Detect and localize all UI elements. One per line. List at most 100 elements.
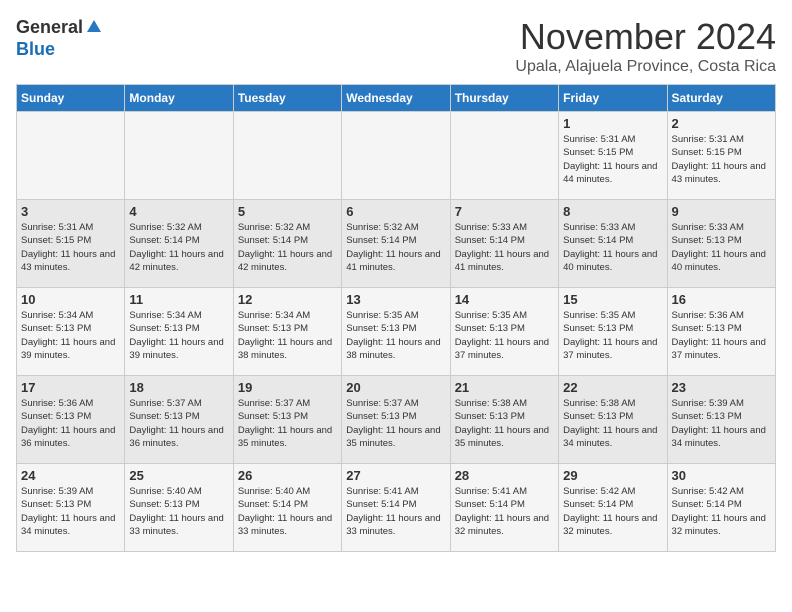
calendar-cell: 9 Sunrise: 5:33 AMSunset: 5:13 PMDaylight… (667, 200, 775, 288)
day-info: Sunrise: 5:38 AMSunset: 5:13 PMDaylight:… (455, 397, 554, 450)
day-info: Sunrise: 5:34 AMSunset: 5:13 PMDaylight:… (129, 309, 228, 362)
calendar-cell (233, 112, 341, 200)
logo: General Blue (16, 16, 103, 60)
day-number: 19 (238, 380, 337, 395)
calendar-week-5: 24Sunrise: 5:39 AMSunset: 5:13 PMDayligh… (17, 464, 776, 552)
day-info: Sunrise: 5:40 AMSunset: 5:14 PMDaylight:… (238, 485, 337, 538)
calendar-cell: 3 Sunrise: 5:31 AMSunset: 5:15 PMDaylight… (17, 200, 125, 288)
day-number: 14 (455, 292, 554, 307)
day-info: Sunrise: 5:36 AMSunset: 5:13 PMDaylight:… (21, 397, 120, 450)
day-number: 20 (346, 380, 445, 395)
day-number: 26 (238, 468, 337, 483)
day-info: Sunrise: 5:35 AMSunset: 5:13 PMDaylight:… (346, 309, 445, 362)
day-number: 21 (455, 380, 554, 395)
day-number: 17 (21, 380, 120, 395)
day-info: Sunrise: 5:39 AMSunset: 5:13 PMDaylight:… (672, 397, 771, 450)
day-info: Sunrise: 5:38 AMSunset: 5:13 PMDaylight:… (563, 397, 662, 450)
weekday-header-row: Sunday Monday Tuesday Wednesday Thursday… (17, 85, 776, 112)
day-number: 10 (21, 292, 120, 307)
calendar-cell: 8 Sunrise: 5:33 AMSunset: 5:14 PMDaylight… (559, 200, 667, 288)
month-title: November 2024 (515, 16, 776, 58)
day-number: 12 (238, 292, 337, 307)
calendar-week-4: 17 Sunrise: 5:36 AMSunset: 5:13 PMDayligh… (17, 376, 776, 464)
day-number: 27 (346, 468, 445, 483)
calendar-cell: 24Sunrise: 5:39 AMSunset: 5:13 PMDayligh… (17, 464, 125, 552)
calendar-cell: 13 Sunrise: 5:35 AMSunset: 5:13 PMDayligh… (342, 288, 450, 376)
calendar-cell: 11 Sunrise: 5:34 AMSunset: 5:13 PMDayligh… (125, 288, 233, 376)
day-info: Sunrise: 5:32 AMSunset: 5:14 PMDaylight:… (129, 221, 228, 274)
calendar-cell: 16Sunrise: 5:36 AMSunset: 5:13 PMDayligh… (667, 288, 775, 376)
day-number: 23 (672, 380, 771, 395)
day-number: 6 (346, 204, 445, 219)
calendar-cell: 17 Sunrise: 5:36 AMSunset: 5:13 PMDayligh… (17, 376, 125, 464)
day-info: Sunrise: 5:34 AMSunset: 5:13 PMDaylight:… (21, 309, 120, 362)
title-section: November 2024 Upala, Alajuela Province, … (515, 16, 776, 76)
day-info: Sunrise: 5:33 AMSunset: 5:13 PMDaylight:… (672, 221, 771, 274)
calendar-cell: 14 Sunrise: 5:35 AMSunset: 5:13 PMDayligh… (450, 288, 558, 376)
day-info: Sunrise: 5:42 AMSunset: 5:14 PMDaylight:… (672, 485, 771, 538)
calendar-cell (125, 112, 233, 200)
day-number: 29 (563, 468, 662, 483)
header-friday: Friday (559, 85, 667, 112)
calendar-cell: 19 Sunrise: 5:37 AMSunset: 5:13 PMDayligh… (233, 376, 341, 464)
calendar-cell: 2 Sunrise: 5:31 AMSunset: 5:15 PMDaylight… (667, 112, 775, 200)
logo-triangle-icon (85, 16, 103, 34)
day-info: Sunrise: 5:35 AMSunset: 5:13 PMDaylight:… (563, 309, 662, 362)
day-number: 9 (672, 204, 771, 219)
day-number: 13 (346, 292, 445, 307)
logo-general: General (16, 17, 83, 38)
day-number: 5 (238, 204, 337, 219)
header-monday: Monday (125, 85, 233, 112)
day-info: Sunrise: 5:42 AMSunset: 5:14 PMDaylight:… (563, 485, 662, 538)
calendar-cell (17, 112, 125, 200)
calendar-body: 1 Sunrise: 5:31 AMSunset: 5:15 PMDaylight… (17, 112, 776, 552)
day-info: Sunrise: 5:35 AMSunset: 5:13 PMDaylight:… (455, 309, 554, 362)
calendar-week-3: 10 Sunrise: 5:34 AMSunset: 5:13 PMDayligh… (17, 288, 776, 376)
day-info: Sunrise: 5:40 AMSunset: 5:13 PMDaylight:… (129, 485, 228, 538)
header-sunday: Sunday (17, 85, 125, 112)
calendar-cell: 25Sunrise: 5:40 AMSunset: 5:13 PMDayligh… (125, 464, 233, 552)
day-number: 22 (563, 380, 662, 395)
day-info: Sunrise: 5:33 AMSunset: 5:14 PMDaylight:… (563, 221, 662, 274)
day-info: Sunrise: 5:31 AMSunset: 5:15 PMDaylight:… (563, 133, 662, 186)
day-number: 4 (129, 204, 228, 219)
day-info: Sunrise: 5:39 AMSunset: 5:13 PMDaylight:… (21, 485, 120, 538)
page-header: General Blue November 2024 Upala, Alajue… (16, 16, 776, 76)
header-wednesday: Wednesday (342, 85, 450, 112)
day-number: 11 (129, 292, 228, 307)
location-title: Upala, Alajuela Province, Costa Rica (515, 58, 776, 76)
day-number: 1 (563, 116, 662, 131)
calendar-cell: 29 Sunrise: 5:42 AMSunset: 5:14 PMDayligh… (559, 464, 667, 552)
calendar-cell: 30Sunrise: 5:42 AMSunset: 5:14 PMDayligh… (667, 464, 775, 552)
calendar-cell: 15Sunrise: 5:35 AMSunset: 5:13 PMDayligh… (559, 288, 667, 376)
day-info: Sunrise: 5:31 AMSunset: 5:15 PMDaylight:… (21, 221, 120, 274)
calendar-cell: 22 Sunrise: 5:38 AMSunset: 5:13 PMDayligh… (559, 376, 667, 464)
calendar-cell: 21 Sunrise: 5:38 AMSunset: 5:13 PMDayligh… (450, 376, 558, 464)
day-info: Sunrise: 5:33 AMSunset: 5:14 PMDaylight:… (455, 221, 554, 274)
day-info: Sunrise: 5:32 AMSunset: 5:14 PMDaylight:… (238, 221, 337, 274)
day-number: 3 (21, 204, 120, 219)
day-info: Sunrise: 5:31 AMSunset: 5:15 PMDaylight:… (672, 133, 771, 186)
calendar-cell: 12 Sunrise: 5:34 AMSunset: 5:13 PMDayligh… (233, 288, 341, 376)
day-number: 8 (563, 204, 662, 219)
calendar-cell: 26 Sunrise: 5:40 AMSunset: 5:14 PMDayligh… (233, 464, 341, 552)
calendar-cell: 5 Sunrise: 5:32 AMSunset: 5:14 PMDaylight… (233, 200, 341, 288)
day-info: Sunrise: 5:37 AMSunset: 5:13 PMDaylight:… (238, 397, 337, 450)
calendar-cell: 1 Sunrise: 5:31 AMSunset: 5:15 PMDaylight… (559, 112, 667, 200)
header-saturday: Saturday (667, 85, 775, 112)
day-info: Sunrise: 5:32 AMSunset: 5:14 PMDaylight:… (346, 221, 445, 274)
calendar-cell (450, 112, 558, 200)
day-info: Sunrise: 5:37 AMSunset: 5:13 PMDaylight:… (346, 397, 445, 450)
day-number: 2 (672, 116, 771, 131)
day-info: Sunrise: 5:37 AMSunset: 5:13 PMDaylight:… (129, 397, 228, 450)
day-number: 28 (455, 468, 554, 483)
calendar-cell: 4 Sunrise: 5:32 AMSunset: 5:14 PMDaylight… (125, 200, 233, 288)
day-info: Sunrise: 5:34 AMSunset: 5:13 PMDaylight:… (238, 309, 337, 362)
calendar-cell: 7 Sunrise: 5:33 AMSunset: 5:14 PMDaylight… (450, 200, 558, 288)
calendar-cell: 28Sunrise: 5:41 AMSunset: 5:14 PMDayligh… (450, 464, 558, 552)
day-number: 7 (455, 204, 554, 219)
calendar-cell (342, 112, 450, 200)
calendar-cell: 23 Sunrise: 5:39 AMSunset: 5:13 PMDayligh… (667, 376, 775, 464)
day-number: 16 (672, 292, 771, 307)
header-tuesday: Tuesday (233, 85, 341, 112)
